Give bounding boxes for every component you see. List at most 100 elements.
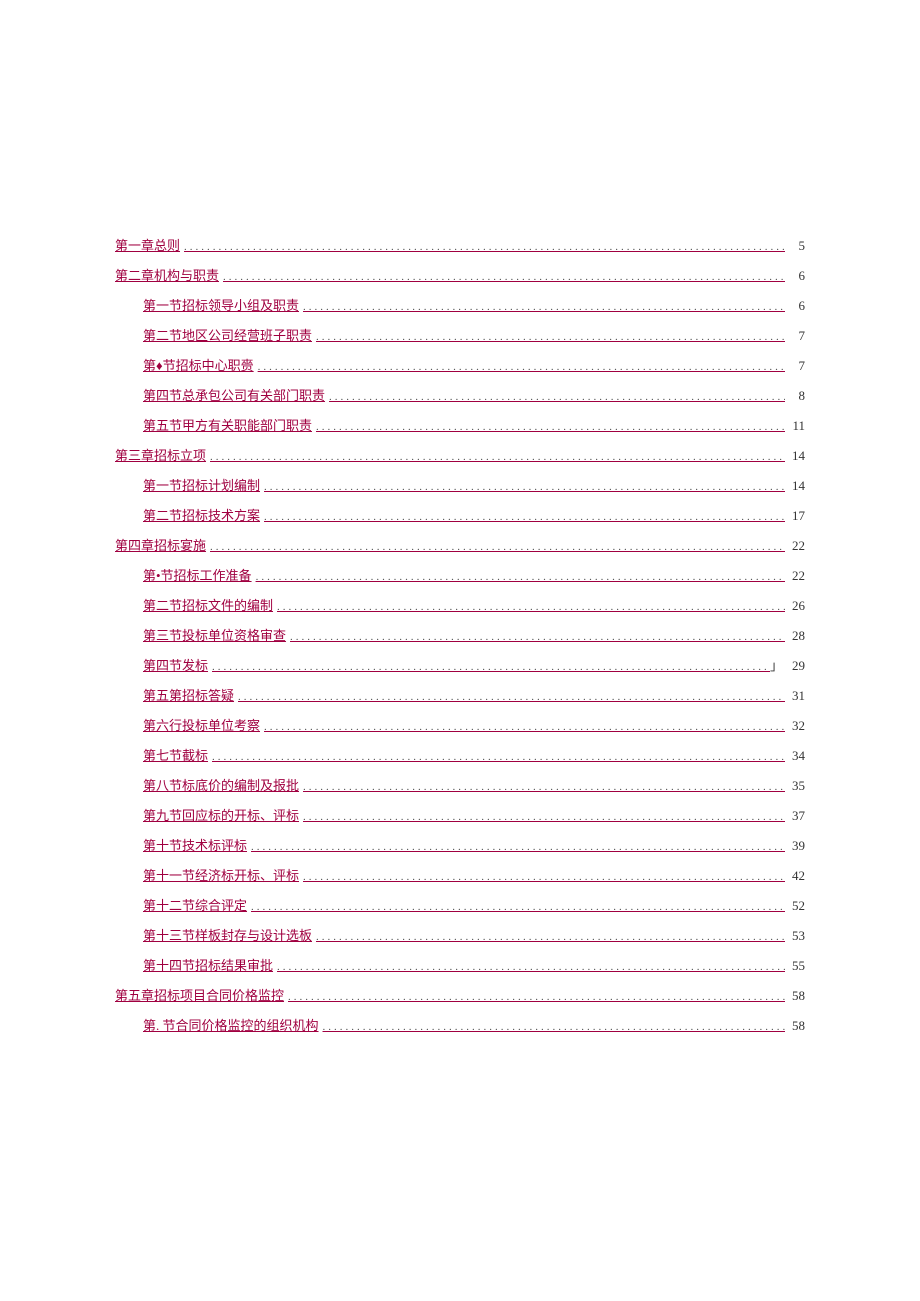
toc-leader-dots [260,511,785,523]
toc-row: 第五节甲方有关职能部门职责11 [115,415,805,430]
toc-entry-title[interactable]: 第二节招标技术方案 [143,505,260,524]
toc-leader-dots [252,571,785,583]
toc-entry-title[interactable]: 第二节招标文件的编制 [143,595,273,614]
toc-page-number: 58 [785,988,805,1004]
toc-entry-title[interactable]: 第三节投标单位资格审查 [143,625,286,644]
toc-leader-dots [260,481,785,493]
toc-row: 第四节总承包公司有关部门职责8 [115,385,805,400]
toc-row: 第二节地区公司经营班子职责7 [115,325,805,340]
toc-entry-title[interactable]: 第九节回应标的开标、评标 [143,805,299,824]
toc-row: 第♦节招标中心职赍7 [115,355,805,370]
toc-container: 第一章总则5第二章机构与职责6第一节招标领导小组及职责6第二节地区公司经营班子职… [115,235,805,1030]
toc-page-number: 14 [785,478,805,494]
toc-entry-title[interactable]: 第五章招标项目合同价格监控 [115,985,284,1004]
toc-row: 第二节招标技术方案17 [115,505,805,520]
toc-entry-title[interactable]: 第八节标底价的编制及报批 [143,775,299,794]
toc-row: 第五章招标项目合同价格监控58 [115,985,805,1000]
toc-entry-title[interactable]: 第五第招标答疑 [143,685,234,704]
toc-row: 第八节标底价的编制及报批35 [115,775,805,790]
toc-leader-dots [234,691,785,703]
toc-page-number: 8 [785,388,805,404]
toc-entry-title[interactable]: 第三章招标立项 [115,445,206,464]
toc-entry-title[interactable]: 第二章机构与职责 [115,265,219,284]
toc-page-number: 53 [785,928,805,944]
toc-page-number: 7 [785,358,805,374]
toc-entry-title[interactable]: 第二节地区公司经营班子职责 [143,325,312,344]
toc-page-number: 11 [785,418,805,434]
toc-entry-title[interactable]: 第一章总则 [115,235,180,254]
toc-entry-title[interactable]: 第七节截标 [143,745,208,764]
toc-row: 第一章总则5 [115,235,805,250]
toc-row: 第十一节经济标开标、评标42 [115,865,805,880]
toc-leader-dots [325,391,785,403]
toc-leader-dots [299,781,785,793]
toc-row: 第二章机构与职责6 [115,265,805,280]
toc-entry-title[interactable]: 第十节技术标评标 [143,835,247,854]
toc-entry-title[interactable]: 第♦节招标中心职赍 [143,355,254,374]
toc-row: 第七节截标34 [115,745,805,760]
toc-entry-title[interactable]: 第十三节样板封存与设计选板 [143,925,312,944]
toc-row: 第一节招标领导小组及职责6 [115,295,805,310]
toc-entry-title[interactable]: 第十一节经济标开标、评标 [143,865,299,884]
toc-row: 第三节投标单位资格审查28 [115,625,805,640]
toc-entry-title[interactable]: 第一节招标领导小组及职责 [143,295,299,314]
toc-leader-dots [286,631,785,643]
toc-page-number: 39 [785,838,805,854]
toc-row: 第十三节样板封存与设计选板53 [115,925,805,940]
toc-row: 第十四节招标结果审批55 [115,955,805,970]
toc-entry-title[interactable]: 第十二节综合评定 [143,895,247,914]
toc-page-number: 7 [785,328,805,344]
toc-leader-dots [254,361,785,373]
toc-page-number: 52 [785,898,805,914]
toc-entry-title[interactable]: 第四节发标 [143,655,208,674]
toc-row: 第一节招标计划编制14 [115,475,805,490]
toc-leader-dots [208,751,785,763]
toc-leader-dots [312,931,785,943]
toc-row: 第•节招标工作准备22 [115,565,805,580]
toc-leader-dots [299,301,785,313]
toc-row: 第三章招标立项14 [115,445,805,460]
toc-page-number: 26 [785,598,805,614]
toc-leader-dots [180,241,785,253]
toc-leader-dots [247,841,785,853]
toc-leader-dots [319,1021,785,1033]
toc-leader-dots [247,901,785,913]
toc-row: 第十节技术标评标39 [115,835,805,850]
toc-leader-dots [299,811,785,823]
toc-leader-dots [312,421,785,433]
toc-entry-title[interactable]: 第五节甲方有关职能部门职责 [143,415,312,434]
toc-entry-title[interactable]: 第四节总承包公司有关部门职责 [143,385,325,404]
toc-entry-title[interactable]: 第. 节合同价格监控的组织机构 [143,1015,319,1034]
toc-page-number: 6 [785,268,805,284]
toc-page-number: 22 [785,538,805,554]
toc-page-number: 14 [785,448,805,464]
toc-entry-title[interactable]: 第一节招标计划编制 [143,475,260,494]
toc-entry-title[interactable]: 第四章招标宴施 [115,535,206,554]
toc-leader-dots [273,961,785,973]
toc-page-number: 5 [785,238,805,254]
toc-page-number: 22 [785,568,805,584]
toc-row: 第四章招标宴施22 [115,535,805,550]
toc-leader-dots [299,871,785,883]
toc-row: 第. 节合同价格监控的组织机构58 [115,1015,805,1030]
toc-entry-title[interactable]: 第十四节招标结果审批 [143,955,273,974]
toc-row: 第二节招标文件的编制26 [115,595,805,610]
toc-page: 第一章总则5第二章机构与职责6第一节招标领导小组及职责6第二节地区公司经营班子职… [0,0,920,1030]
toc-page-number: 31 [785,688,805,704]
toc-leader-dots [260,721,785,733]
toc-leader-dots [206,541,785,553]
toc-leader-dots [208,661,770,673]
toc-entry-title[interactable]: 第•节招标工作准备 [143,565,252,584]
toc-row: 第五第招标答疑31 [115,685,805,700]
toc-page-number: 17 [785,508,805,524]
toc-row: 第六行投标单位考察32 [115,715,805,730]
toc-page-number: 29 [785,658,805,674]
toc-leader-dots [312,331,785,343]
toc-page-number: 35 [785,778,805,794]
toc-page-prefix: 」 [770,655,785,674]
toc-entry-title[interactable]: 第六行投标单位考察 [143,715,260,734]
toc-leader-dots [219,271,785,283]
toc-page-number: 42 [785,868,805,884]
toc-page-number: 32 [785,718,805,734]
toc-page-number: 37 [785,808,805,824]
